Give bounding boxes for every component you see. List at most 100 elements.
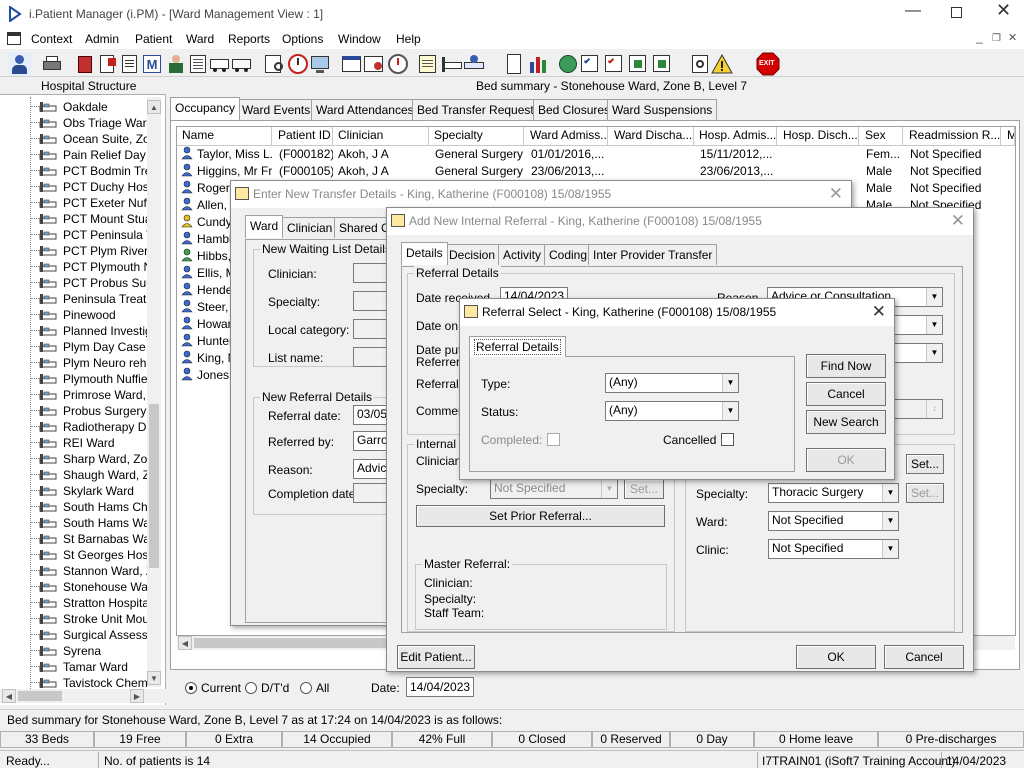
filter-all-radio[interactable] (300, 682, 312, 694)
tree-scroll-left-button[interactable]: ◀ (2, 689, 16, 703)
menu-help[interactable]: Help (396, 32, 421, 46)
column-header-ward-admission[interactable]: Ward Admiss... (526, 127, 608, 145)
mdi-minimize-button[interactable]: _ (976, 30, 983, 44)
column-header-hosp-discharge[interactable]: Hosp. Disch... (779, 127, 859, 145)
certificate-icon[interactable] (362, 52, 386, 76)
patient-icon (180, 299, 194, 313)
set-prior-referral-button[interactable]: Set Prior Referral... (416, 505, 665, 527)
column-header-name[interactable]: Name (178, 127, 272, 145)
list-arrow-alt-icon[interactable] (650, 52, 674, 76)
tab-inter-provider-transfer[interactable]: Inter Provider Transfer (588, 244, 718, 265)
internal-specialty-set-button[interactable]: Set... (624, 479, 664, 499)
tab-activity[interactable]: Activity (498, 244, 547, 265)
completed-checkbox[interactable] (547, 433, 560, 446)
internal-specialty-dropdown[interactable]: Not Specified ▼ (490, 479, 618, 499)
bed-icon[interactable] (440, 52, 464, 76)
monitor-icon[interactable] (308, 52, 332, 76)
list-check-alt-icon[interactable] (602, 52, 626, 76)
tree-scroll-thumb[interactable] (149, 404, 159, 568)
close-button[interactable]: ✕ (996, 1, 1011, 19)
tab-bed-closures[interactable]: Bed Closures (533, 99, 616, 120)
column-header-patient-id[interactable]: Patient ID (274, 127, 333, 145)
window-icon[interactable] (340, 52, 364, 76)
tab-details[interactable]: Details (401, 242, 448, 265)
column-header-specialty[interactable]: Specialty (430, 127, 524, 145)
filter-dtd-radio[interactable] (245, 682, 257, 694)
tree-scroll-right-button[interactable]: ▶ (130, 689, 144, 703)
page-icon[interactable] (502, 52, 526, 76)
globe-icon[interactable] (556, 52, 580, 76)
clinic-dropdown[interactable]: Not Specified ▼ (768, 539, 899, 559)
tab-ward-attendances[interactable]: Ward Attendances (311, 99, 419, 120)
ambulance-alt-icon[interactable] (230, 52, 254, 76)
tree-hscroll-thumb[interactable] (18, 691, 62, 701)
column-header-m[interactable]: M (1003, 127, 1015, 145)
cancelled-checkbox[interactable] (721, 433, 734, 446)
referral-dialog-close-button[interactable]: ✕ (951, 211, 965, 231)
notes-icon[interactable] (416, 52, 440, 76)
tab-referral-details[interactable]: Referral Details (469, 336, 566, 357)
exit-icon[interactable]: EXIT (756, 52, 780, 76)
form-icon[interactable] (262, 52, 286, 76)
transfer-icon[interactable] (462, 52, 486, 76)
select-cancel-button[interactable]: Cancel (806, 382, 886, 406)
tree-scroll-down-button[interactable]: ▼ (147, 671, 161, 685)
tree-vscroll[interactable] (147, 97, 161, 687)
mdi-restore-button[interactable]: ❐ (992, 32, 1001, 46)
filter-current-radio[interactable] (185, 682, 197, 694)
ambulance-icon[interactable] (208, 52, 232, 76)
list-arrow-icon[interactable] (626, 52, 650, 76)
tab-coding[interactable]: Coding (544, 244, 593, 265)
tree-scroll-up-button[interactable]: ▲ (147, 100, 161, 114)
list-check-icon[interactable] (578, 52, 602, 76)
type-dropdown[interactable]: (Any) ▼ (605, 373, 739, 393)
edit-patient-button[interactable]: Edit Patient... (397, 645, 475, 669)
transfer-dialog-close-button[interactable]: ✕ (829, 184, 843, 204)
tab-ward-events[interactable]: Ward Events (237, 99, 316, 120)
nurse-icon[interactable] (164, 52, 188, 76)
column-header-hosp-admission[interactable]: Hosp. Admis... (695, 127, 777, 145)
find-now-button[interactable]: Find Now (806, 354, 886, 378)
right-clinician-set-button[interactable]: Set... (906, 454, 944, 474)
referral-select-close-button[interactable]: ✕ (872, 302, 886, 322)
right-specialty-dropdown[interactable]: Thoracic Surgery ▼ (768, 483, 899, 503)
tree-item-label: Sharp Ward, Zon (63, 452, 154, 466)
menu-reports[interactable]: Reports (228, 32, 270, 46)
date-on-label: Date on (416, 319, 459, 333)
menu-window[interactable]: Window (338, 32, 381, 46)
chart-icon[interactable] (526, 52, 550, 76)
referral-cancel-button[interactable]: Cancel (884, 645, 964, 669)
ward-icon (39, 372, 57, 385)
select-ok-button[interactable]: OK (806, 448, 886, 472)
tab-decision[interactable]: Decision (444, 244, 501, 265)
scissors-icon[interactable] (688, 52, 712, 76)
right-specialty-set-button[interactable]: Set... (906, 483, 944, 503)
maximize-button[interactable] (951, 7, 962, 18)
tree-connector (31, 122, 39, 123)
clock-alt-icon[interactable] (386, 52, 410, 76)
column-header-readmission[interactable]: Readmission R... (905, 127, 1001, 145)
menu-ward[interactable]: Ward (186, 32, 214, 46)
column-header-clinician[interactable]: Clinician (334, 127, 429, 145)
status-dropdown[interactable]: (Any) ▼ (605, 401, 739, 421)
bed-summary-title: Bed summary - Stonehouse Ward, Zone B, L… (476, 79, 748, 93)
clock-icon[interactable] (286, 52, 310, 76)
warning-icon[interactable] (710, 52, 734, 76)
column-header-sex[interactable]: Sex (861, 127, 903, 145)
tree-item-label: Surgical Assessm (63, 628, 158, 642)
filter-date-field[interactable]: 14/04/2023 (406, 677, 474, 697)
tab-ward-suspensions[interactable]: Ward Suspensions (607, 99, 718, 120)
document-list-icon[interactable] (186, 52, 210, 76)
tab-bed-transfer-requests[interactable]: Bed Transfer Requests (412, 99, 545, 120)
referral-ok-button[interactable]: OK (796, 645, 876, 669)
ward-dropdown[interactable]: Not Specified ▼ (768, 511, 899, 531)
column-header-ward-discharge[interactable]: Ward Discha... (610, 127, 694, 145)
mdi-close-button[interactable]: ✕ (1008, 31, 1017, 45)
patient-list-scroll-left-button[interactable]: ◀ (178, 636, 192, 650)
new-search-button[interactable]: New Search (806, 410, 886, 434)
tab-transfer-ward[interactable]: Ward (245, 215, 284, 238)
tab-occupancy[interactable]: Occupancy (170, 97, 241, 120)
tab-transfer-clinician[interactable]: Clinician (282, 217, 338, 238)
minimize-button[interactable]: — (905, 3, 921, 19)
menu-options[interactable]: Options (282, 32, 323, 46)
